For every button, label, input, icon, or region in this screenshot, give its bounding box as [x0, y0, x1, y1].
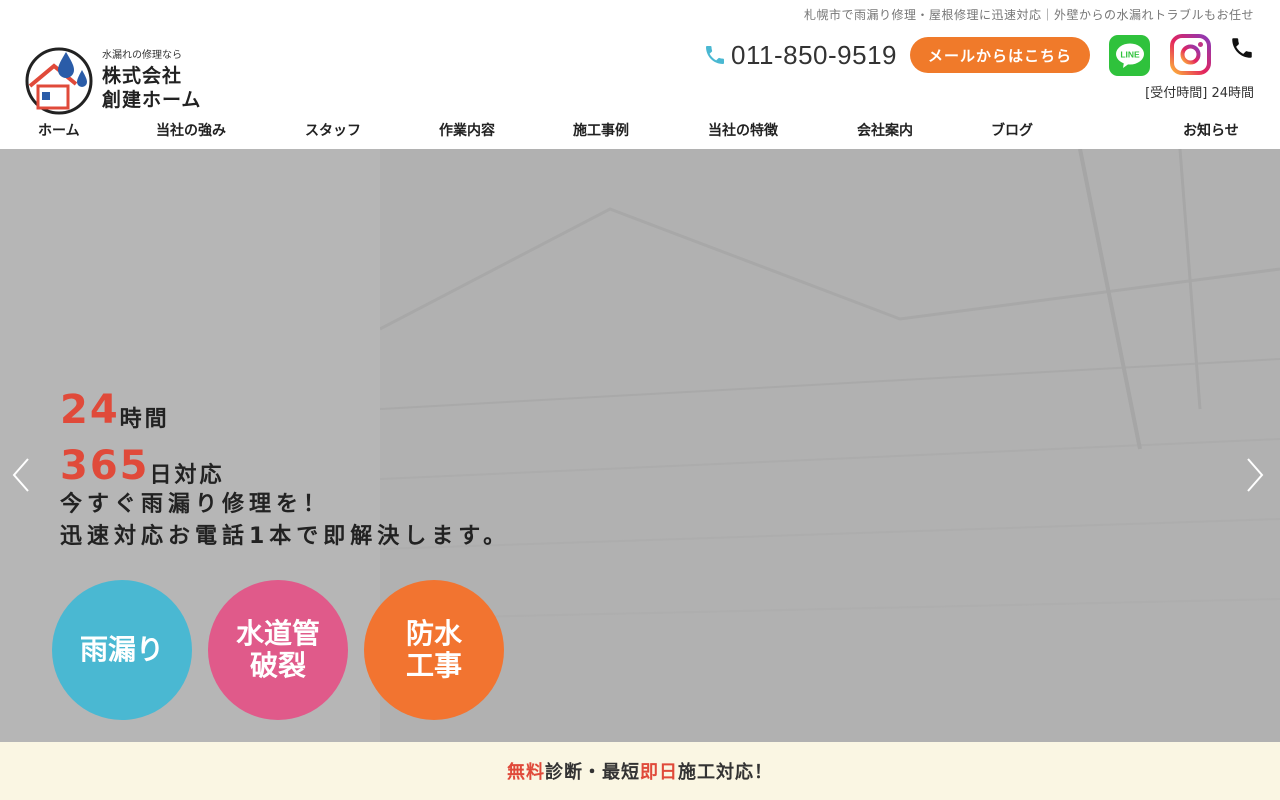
business-hours: [受付時間] 24時間 — [1145, 86, 1254, 101]
promo-construction: 施工対応！ — [678, 762, 773, 783]
instagram-icon[interactable] — [1170, 34, 1211, 75]
mail-contact-button[interactable]: メールからはこちら — [910, 37, 1090, 73]
hero-slider: 24 時間 365 日対応 今すぐ雨漏り修理を！ 迅速対応お電話1本で即解決しま… — [0, 149, 1280, 742]
company-logo[interactable]: 水漏れの修理なら 株式会社 創建ホーム — [24, 44, 224, 116]
nav-item-services[interactable]: 作業内容 — [439, 120, 495, 140]
nav-item-home[interactable]: ホーム — [38, 120, 80, 140]
slider-prev-icon[interactable] — [8, 455, 32, 495]
hero-line-1: 今すぐ雨漏り修理を！ — [60, 492, 331, 517]
promo-same-day: 即日 — [640, 762, 678, 783]
hero-hours-unit: 時間 — [119, 407, 170, 432]
service-circle-pipe-burst[interactable]: 水道管 破裂 — [208, 580, 348, 720]
nav-item-staff[interactable]: スタッフ — [305, 120, 361, 140]
nav-item-features[interactable]: 当社の特徴 — [708, 120, 778, 140]
telephone-icon[interactable] — [1229, 35, 1255, 61]
slider-next-icon[interactable] — [1244, 455, 1268, 495]
nav-item-case-studies[interactable]: 施工事例 — [573, 120, 629, 140]
logo-company-name: 創建ホーム — [102, 89, 202, 111]
hero-line-2: 迅速対応お電話1本で即解決します。 — [60, 524, 511, 549]
nav-item-news[interactable]: お知らせ — [1183, 120, 1239, 140]
roof-photo-illustration — [380, 149, 1280, 620]
logo-house-drop-icon — [25, 47, 93, 115]
service-circle-waterproofing[interactable]: 防水 工事 — [364, 580, 504, 720]
promo-diagnosis: 診断・最短 — [545, 762, 640, 783]
nav-item-strengths[interactable]: 当社の強み — [156, 120, 226, 140]
service-circle-roof-leak[interactable]: 雨漏り — [52, 580, 192, 720]
service-label-roof-leak: 雨漏り — [79, 633, 164, 666]
logo-subtitle: 水漏れの修理なら — [102, 50, 182, 61]
hero-hours-number: 24 — [60, 387, 120, 433]
phone-number: 011-850-9519 — [731, 39, 897, 70]
main-nav: ホーム 当社の強み スタッフ 作業内容 施工事例 当社の特徴 会社案内 ブログ … — [0, 116, 1280, 148]
nav-item-company[interactable]: 会社案内 — [857, 120, 913, 140]
nav-item-blog[interactable]: ブログ — [991, 120, 1033, 140]
promo-free: 無料 — [507, 762, 545, 783]
svg-text:LINE: LINE — [1120, 49, 1140, 59]
line-bubble-icon: LINE — [1115, 43, 1144, 68]
line-icon[interactable]: LINE — [1109, 35, 1150, 76]
service-label-waterproofing: 防水 工事 — [405, 617, 462, 682]
logo-company-type: 株式会社 — [102, 65, 183, 87]
phone-icon — [706, 46, 724, 64]
hero-days-unit: 日対応 — [149, 463, 225, 488]
hero-days-number: 365 — [60, 443, 150, 489]
promo-banner: 無料 診断・最短 即日 施工対応！ — [0, 742, 1280, 800]
service-label-pipe-burst: 水道管 破裂 — [235, 617, 320, 682]
header-tagline: 札幌市で雨漏り修理・屋根修理に迅速対応｜外壁からの水漏れトラブルもお任せ — [803, 8, 1254, 22]
hero-slogan: 24 時間 365 日対応 今すぐ雨漏り修理を！ 迅速対応お電話1本で即解決しま… — [60, 385, 510, 553]
header-phone[interactable]: 011-850-9519 — [703, 38, 897, 72]
